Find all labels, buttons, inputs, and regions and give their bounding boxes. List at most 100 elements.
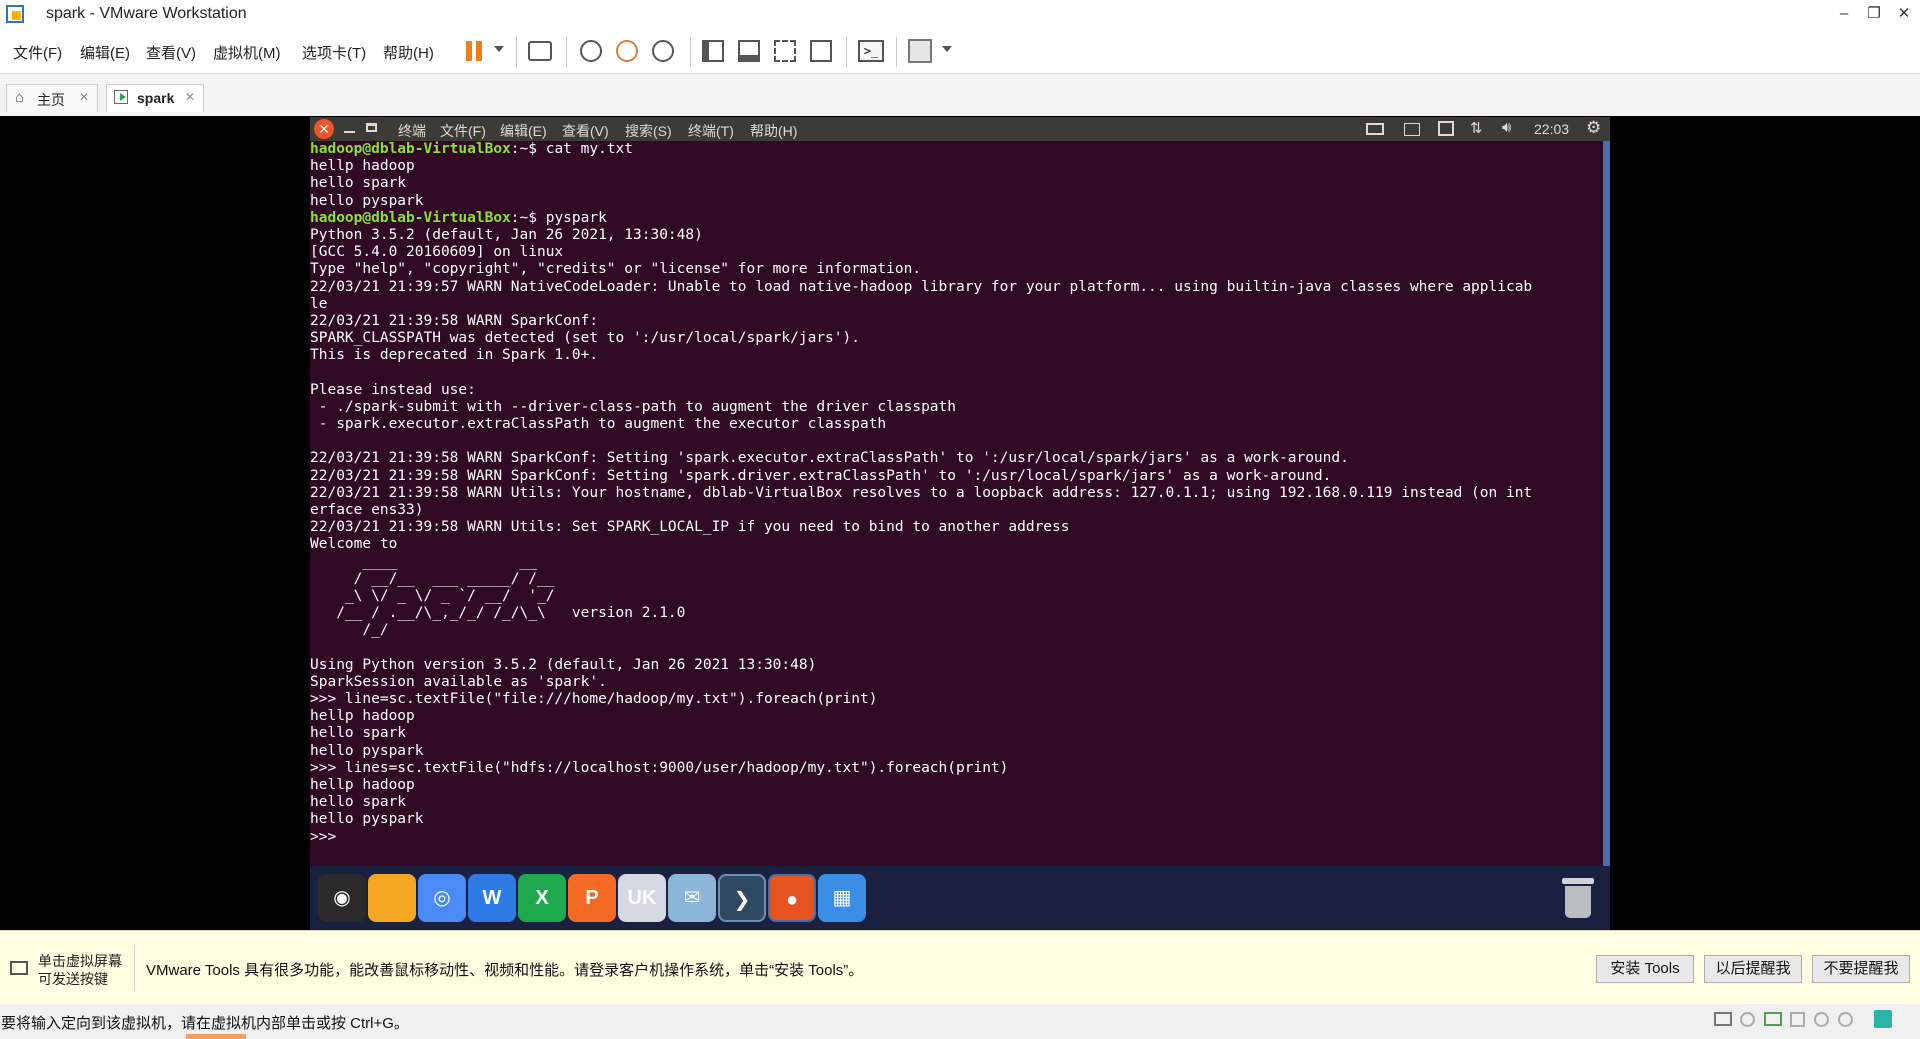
banner-hint-line2: 可发送按键 — [38, 971, 108, 987]
pause-icon[interactable] — [462, 37, 490, 65]
trash-icon[interactable] — [1562, 878, 1594, 918]
input-method-icon[interactable] — [1404, 123, 1420, 136]
terminal-line: - spark.executor.extraClassPath to augme… — [310, 416, 887, 432]
keyboard-layout-icon[interactable] — [1366, 123, 1384, 135]
terminal-output: hadoop@dblab-VirtualBox:~$ cat my.txt hel… — [310, 141, 1532, 846]
sound-card-icon[interactable] — [1814, 1012, 1829, 1027]
menu-view[interactable]: 查看(V) — [146, 42, 196, 63]
clock[interactable]: 22:03 — [1534, 121, 1569, 137]
terminal-line: / __/__ ___ _____/ /__ — [310, 570, 555, 587]
usb-device-icon[interactable] — [1790, 1012, 1805, 1027]
terminal-line: >>> — [310, 828, 345, 845]
menu-toolbar: 文件(F) 编辑(E) 查看(V) 虚拟机(M) 选项卡(T) 帮助(H) >_ — [0, 29, 1920, 74]
console-view-icon[interactable]: >_ — [858, 40, 884, 62]
terminal-scrollbar[interactable] — [1603, 141, 1610, 866]
terminal-close-icon[interactable]: ✕ — [314, 119, 334, 139]
guest-menu-search[interactable]: 搜索(S) — [625, 121, 672, 141]
guest-menu-terminal[interactable]: 终端(T) — [688, 121, 734, 141]
menu-tabs[interactable]: 选项卡(T) — [302, 42, 366, 63]
menu-help[interactable]: 帮助(H) — [383, 42, 434, 63]
show-thumbnail-icon[interactable] — [738, 40, 760, 62]
pause-dropdown-chevron-icon[interactable] — [494, 46, 504, 52]
email-client-icon[interactable]: ✉ — [668, 874, 716, 922]
window-title-bar: spark - VMware Workstation – ❐ ✕ — [0, 0, 1920, 29]
install-tools-button[interactable]: 安装 Tools — [1596, 955, 1694, 983]
terminal-window[interactable]: hadoop@dblab-VirtualBox:~$ cat my.txt hel… — [310, 141, 1610, 866]
terminal-line: 22/03/21 21:39:58 WARN SparkConf: Settin… — [310, 467, 1332, 484]
terminal-icon[interactable]: ❯ — [718, 874, 766, 922]
full-screen-icon[interactable] — [774, 40, 796, 62]
message-log-icon[interactable] — [1874, 1010, 1892, 1028]
ubuntu-home-icon[interactable]: ◉ — [318, 874, 366, 922]
terminal-line: ____ __ — [310, 553, 537, 570]
volume-icon[interactable]: 🔊︎ — [1502, 119, 1511, 136]
toolbar-separator — [690, 37, 691, 67]
send-ctrl-alt-del-icon[interactable] — [528, 41, 552, 61]
terminal-line: hadoop@dblab-VirtualBox:~$ cat my.txt — [310, 141, 1532, 158]
terminal-line: hello pyspark — [310, 811, 424, 828]
terminal-line: [GCC 5.4.0 20160609] on linux — [310, 244, 564, 261]
terminal-line: Using Python version 3.5.2 (default, Jan… — [310, 656, 817, 673]
menu-vm[interactable]: 虚拟机(M) — [213, 42, 281, 63]
guest-dock: ◉ ◎ W X P UK ✉ ❯ ● ▦ — [310, 866, 1610, 930]
stretch-guest-icon[interactable] — [908, 39, 932, 63]
tab-home-label: 主页 — [37, 92, 65, 108]
terminal-maximize-icon[interactable] — [366, 123, 377, 132]
workspace-switcher-icon[interactable]: ▦ — [818, 874, 866, 922]
toolbar-separator — [846, 37, 847, 67]
tab-spark[interactable]: spark ✕ — [106, 84, 204, 112]
stretch-dropdown-chevron-icon[interactable] — [942, 46, 952, 52]
vmware-tools-banner: 单击虚拟屏幕 可发送按键 VMware Tools 具有很多功能，能改善鼠标移动… — [0, 930, 1920, 1005]
terminal-line: Type "help", "copyright", "credits" or "… — [310, 261, 922, 278]
tab-spark-label: spark — [137, 90, 175, 106]
terminal-line: SPARK_CLASSPATH was detected (set to ':/… — [310, 330, 860, 347]
terminal-line: erface ens33) — [310, 501, 424, 518]
menu-edit[interactable]: 编辑(E) — [80, 42, 130, 63]
close-window-button[interactable]: ✕ — [1886, 2, 1920, 26]
wps-writer-icon[interactable]: W — [468, 874, 516, 922]
chromium-icon[interactable]: ◎ — [418, 874, 466, 922]
unity-icon[interactable] — [810, 40, 832, 62]
cd-dvd-icon[interactable] — [1740, 1012, 1755, 1027]
terminal-line: /_/ — [310, 622, 389, 639]
tab-home[interactable]: ⌂ 主页 ✕ — [6, 84, 98, 112]
terminal-line: hello spark — [310, 725, 407, 742]
guest-menu-help[interactable]: 帮助(H) — [750, 121, 797, 141]
firefox-icon[interactable]: ● — [768, 874, 816, 922]
never-remind-button[interactable]: 不要提醒我 — [1812, 955, 1910, 983]
terminal-line: hellp hadoop — [310, 708, 415, 725]
hard-disk-icon[interactable] — [1714, 1012, 1732, 1026]
snapshot-manager-icon[interactable] — [652, 40, 674, 62]
network-icon[interactable]: ⇅ — [1470, 119, 1483, 137]
menu-file[interactable]: 文件(F) — [13, 42, 62, 63]
calendar-icon[interactable] — [1438, 121, 1454, 136]
terminal-command: :~$ pyspark — [510, 209, 607, 226]
terminal-minimize-icon[interactable] — [344, 131, 355, 133]
guest-menu-terminal-app[interactable]: 终端 — [398, 121, 426, 141]
terminal-line: Welcome to — [310, 536, 398, 553]
terminal-line: 22/03/21 21:39:58 WARN SparkConf: — [310, 312, 599, 329]
revert-snapshot-icon[interactable] — [616, 40, 638, 62]
guest-menu-file[interactable]: 文件(F) — [440, 121, 486, 141]
software-center-icon[interactable]: UK — [618, 874, 666, 922]
settings-gear-icon[interactable]: ⚙︎ — [1586, 118, 1601, 138]
window-title: spark - VMware Workstation — [46, 5, 247, 22]
terminal-command: :~$ cat my.txt — [510, 141, 634, 157]
tab-spark-close-icon[interactable]: ✕ — [185, 90, 195, 104]
printer-icon[interactable] — [1838, 1012, 1853, 1027]
terminal-line: This is deprecated in Spark 1.0+. — [310, 347, 599, 364]
banner-divider — [134, 945, 135, 991]
files-folder-icon[interactable] — [368, 874, 416, 922]
toolbar-separator — [896, 37, 897, 67]
snapshot-icon[interactable] — [580, 40, 602, 62]
banner-message: VMware Tools 具有很多功能，能改善鼠标移动性、视频和性能。请登录客户… — [146, 962, 864, 979]
tab-home-close-icon[interactable]: ✕ — [79, 90, 89, 104]
remind-later-button[interactable]: 以后提醒我 — [1704, 955, 1802, 983]
wps-presentation-icon[interactable]: P — [568, 874, 616, 922]
guest-menu-edit[interactable]: 编辑(E) — [500, 121, 547, 141]
guest-menu-view[interactable]: 查看(V) — [562, 121, 609, 141]
show-library-icon[interactable] — [702, 40, 724, 62]
network-adapter-icon[interactable] — [1764, 1012, 1782, 1026]
wps-sheets-icon[interactable]: X — [518, 874, 566, 922]
